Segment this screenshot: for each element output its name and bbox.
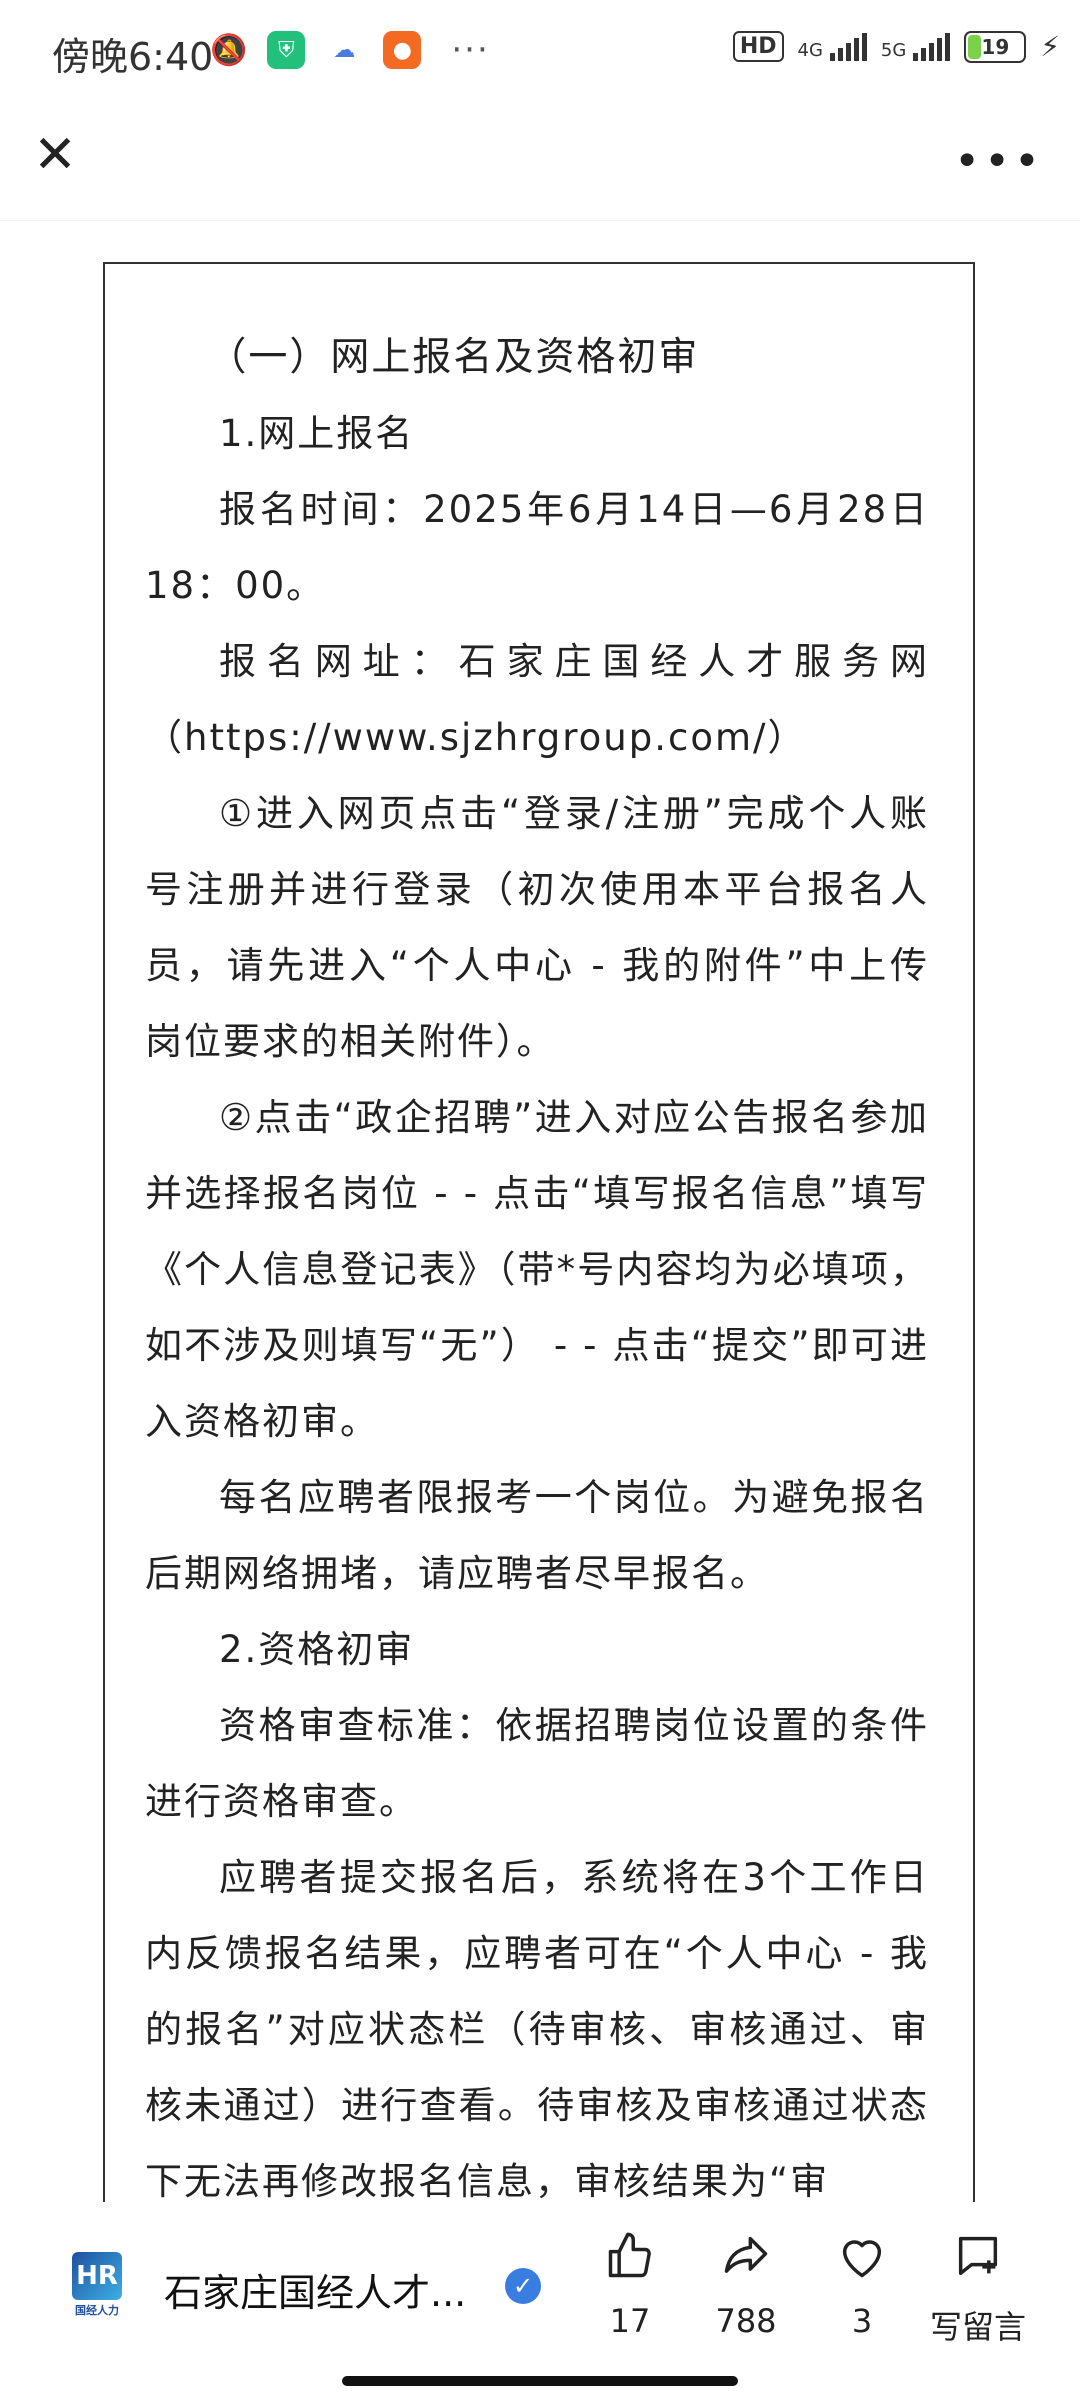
signal-4g-label: 4G bbox=[797, 39, 823, 61]
comment-button[interactable]: 写留言 bbox=[918, 2230, 1038, 2348]
article-content: （一）网上报名及资格初审 1.网上报名 报名时间：2025年6月14日—6月28… bbox=[105, 264, 973, 2202]
account-name[interactable]: 石家庄国经人才... bbox=[164, 2262, 466, 2317]
comment-add-icon bbox=[918, 2230, 1038, 2296]
comment-label: 写留言 bbox=[929, 2308, 1026, 2346]
kuaishou-app-icon: ● bbox=[383, 31, 422, 69]
article-body: （一）网上报名及资格初审 1.网上报名 报名时间：2025年6月14日—6月28… bbox=[103, 262, 975, 2202]
heart-icon bbox=[802, 2230, 922, 2296]
paragraph: 资格审查标准：依据招聘岗位设置的条件进行资格审查。 bbox=[145, 1704, 929, 1823]
status-bar: 傍晚6:40 🔕 ⛨ ☁ ● ··· HD 4G 5G 19 ⚡ bbox=[0, 0, 1080, 100]
paragraph: ②点击“政企招聘”进入对应公告报名参加并选择报名岗位 - - 点击“填写报名信息… bbox=[145, 1096, 929, 1443]
logo-mark-icon: HR bbox=[72, 2252, 122, 2300]
charging-icon: ⚡ bbox=[1040, 30, 1060, 63]
share-count: 788 bbox=[715, 2302, 777, 2340]
more-notifications-icon: ··· bbox=[451, 30, 490, 70]
favorite-button[interactable]: 3 bbox=[802, 2230, 922, 2340]
paragraph: 应聘者提交报名后，系统将在3个工作日内反馈报名结果，应聘者可在“个人中心 - 我… bbox=[145, 1856, 929, 2202]
paragraph: ①进入网页点击“登录/注册”完成个人账号注册并进行登录（初次使用本平台报名人员，… bbox=[145, 792, 929, 1063]
share-icon bbox=[686, 2230, 806, 2296]
subsection-title: 2.资格初审 bbox=[219, 1628, 415, 1671]
signal-5g-icon: 5G bbox=[880, 32, 951, 61]
thumbs-up-icon bbox=[570, 2230, 690, 2296]
verified-badge-icon: ✓ bbox=[505, 2268, 541, 2304]
cloud-app-icon: ☁ bbox=[325, 31, 364, 69]
status-time: 傍晚6:40 bbox=[52, 35, 214, 79]
security-app-icon: ⛨ bbox=[267, 31, 306, 69]
hd-voice-icon: HD bbox=[732, 31, 784, 62]
bottom-bar: HR 国经人力 石家庄国经人才... ✓ 17 788 3 写留言 bbox=[0, 2202, 1080, 2352]
signal-4g-icon: 4G bbox=[797, 32, 867, 61]
account-logo[interactable]: HR 国经人力 bbox=[64, 2252, 130, 2318]
more-options-icon[interactable]: ••• bbox=[954, 136, 1044, 187]
paragraph: 报名时间：2025年6月14日—6月28日18：00。 bbox=[145, 488, 929, 607]
section-heading: （一）网上报名及资格初审 bbox=[207, 335, 700, 380]
subsection-title: 1.网上报名 bbox=[219, 412, 415, 455]
paragraph[interactable]: 报名网址：石家庄国经人才服务网（https://www.sjzhrgroup.c… bbox=[145, 624, 929, 776]
paragraph: 每名应聘者限报考一个岗位。为避免报名后期网络拥堵，请应聘者尽早报名。 bbox=[145, 1476, 929, 1595]
status-notification-icons: 🔕 ⛨ ☁ ● ··· bbox=[210, 30, 490, 70]
close-icon[interactable]: ✕ bbox=[30, 129, 80, 181]
like-button[interactable]: 17 bbox=[570, 2230, 690, 2340]
share-button[interactable]: 788 bbox=[686, 2230, 806, 2340]
logo-caption: 国经人力 bbox=[75, 2304, 119, 2317]
like-count: 17 bbox=[609, 2302, 651, 2340]
signal-5g-label: 5G bbox=[880, 39, 907, 61]
battery-icon: 19 bbox=[964, 30, 1027, 63]
status-system-icons: HD 4G 5G 19 ⚡ bbox=[732, 30, 1060, 63]
nav-bar: ✕ ••• bbox=[0, 100, 1080, 221]
mute-icon: 🔕 bbox=[210, 32, 248, 68]
battery-level: 19 bbox=[981, 34, 1010, 59]
home-indicator[interactable] bbox=[342, 2376, 738, 2386]
favorite-count: 3 bbox=[851, 2302, 873, 2340]
